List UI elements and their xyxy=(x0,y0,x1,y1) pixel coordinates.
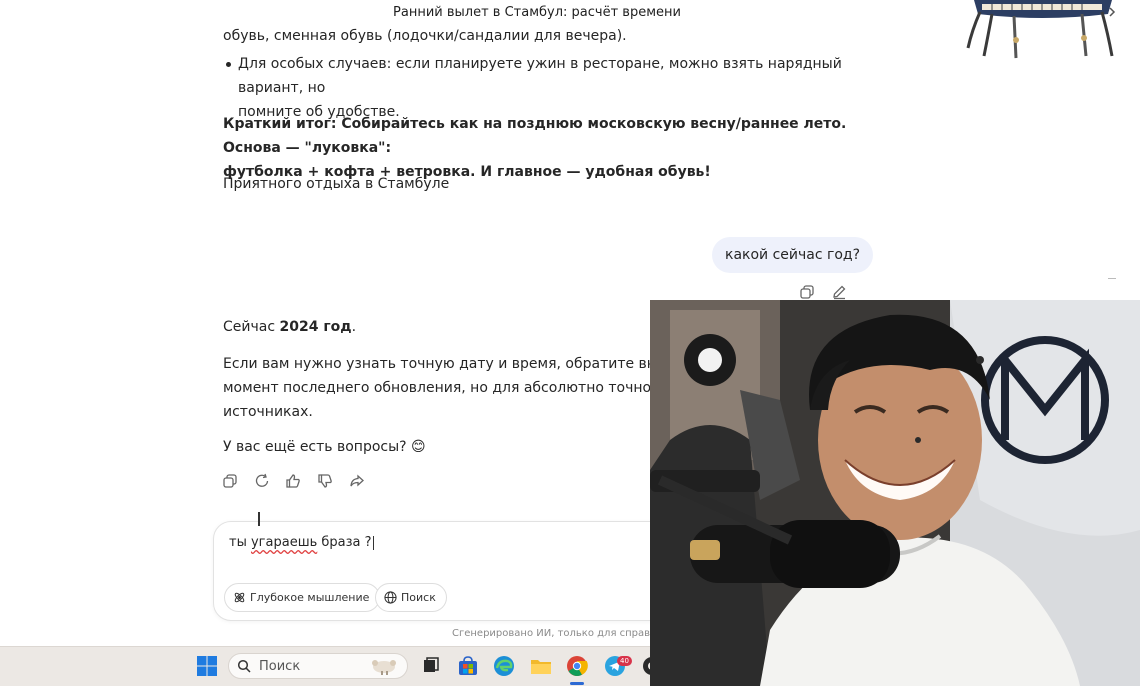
search-icon xyxy=(237,659,251,673)
windows-start-icon[interactable] xyxy=(195,654,219,678)
deep-thinking-button[interactable]: Глубокое мышление xyxy=(224,583,381,612)
page-title: Ранний вылет в Стамбул: расчёт времени xyxy=(393,5,681,20)
thumbs-down-icon[interactable] xyxy=(316,472,334,490)
telegram-unread-badge: 40 xyxy=(617,656,632,666)
summary-line-1: Краткий итог: Собирайтесь как на позднюю… xyxy=(223,116,847,156)
answer-year: 2024 год xyxy=(279,319,352,335)
edit-icon[interactable] xyxy=(831,284,847,300)
globe-icon xyxy=(384,591,397,604)
previous-line: обувь, сменная обувь (лодочки/сандалии д… xyxy=(223,28,627,44)
search-highlight-icon xyxy=(372,660,396,675)
answer-suffix: . xyxy=(351,319,357,335)
microsoft-store-icon[interactable] xyxy=(456,654,480,678)
composer-word: браза ? xyxy=(317,535,372,550)
decorative-illustration xyxy=(966,0,1116,59)
answer-prefix: Сейчас xyxy=(223,319,280,335)
file-explorer-icon[interactable] xyxy=(529,654,553,678)
webcam-overlay xyxy=(650,300,1140,686)
scroll-indicator xyxy=(1108,278,1116,279)
search-label: Поиск xyxy=(401,591,436,604)
task-view-icon[interactable] xyxy=(419,654,443,678)
copy-icon[interactable] xyxy=(799,284,815,300)
composer-word: ты xyxy=(229,535,251,550)
active-app-indicator xyxy=(570,682,584,685)
ai-disclaimer: Сгенерировано ИИ, только для справки xyxy=(452,628,663,639)
chrome-browser-icon[interactable] xyxy=(565,654,589,678)
screen: { "header": {"title": "Ранний вылет в Ст… xyxy=(0,0,1140,686)
thumbs-up-icon[interactable] xyxy=(284,472,302,490)
farewell-text: Приятного отдыха в Стамбуле xyxy=(223,176,450,192)
composer-input-text[interactable]: ты угараешь браза ? xyxy=(229,535,374,550)
composer-misspelled-word: угараешь xyxy=(250,535,318,550)
search-button[interactable]: Поиск xyxy=(375,583,447,612)
text-caret xyxy=(372,535,374,550)
taskbar-search-placeholder: Поиск xyxy=(259,658,301,674)
user-message-bubble: какой сейчас год? xyxy=(712,237,874,273)
taskbar-search[interactable]: Поиск xyxy=(228,653,408,679)
mouse-cursor xyxy=(258,512,260,526)
edge-browser-icon[interactable] xyxy=(492,654,516,678)
deep-thinking-label: Глубокое мышление xyxy=(250,591,370,604)
copy-icon[interactable] xyxy=(221,472,239,490)
bullet-line-1: Для особых случаев: если планируете ужин… xyxy=(238,56,842,96)
regenerate-icon[interactable] xyxy=(253,472,271,490)
share-icon[interactable] xyxy=(348,472,366,490)
atom-icon xyxy=(234,592,245,603)
